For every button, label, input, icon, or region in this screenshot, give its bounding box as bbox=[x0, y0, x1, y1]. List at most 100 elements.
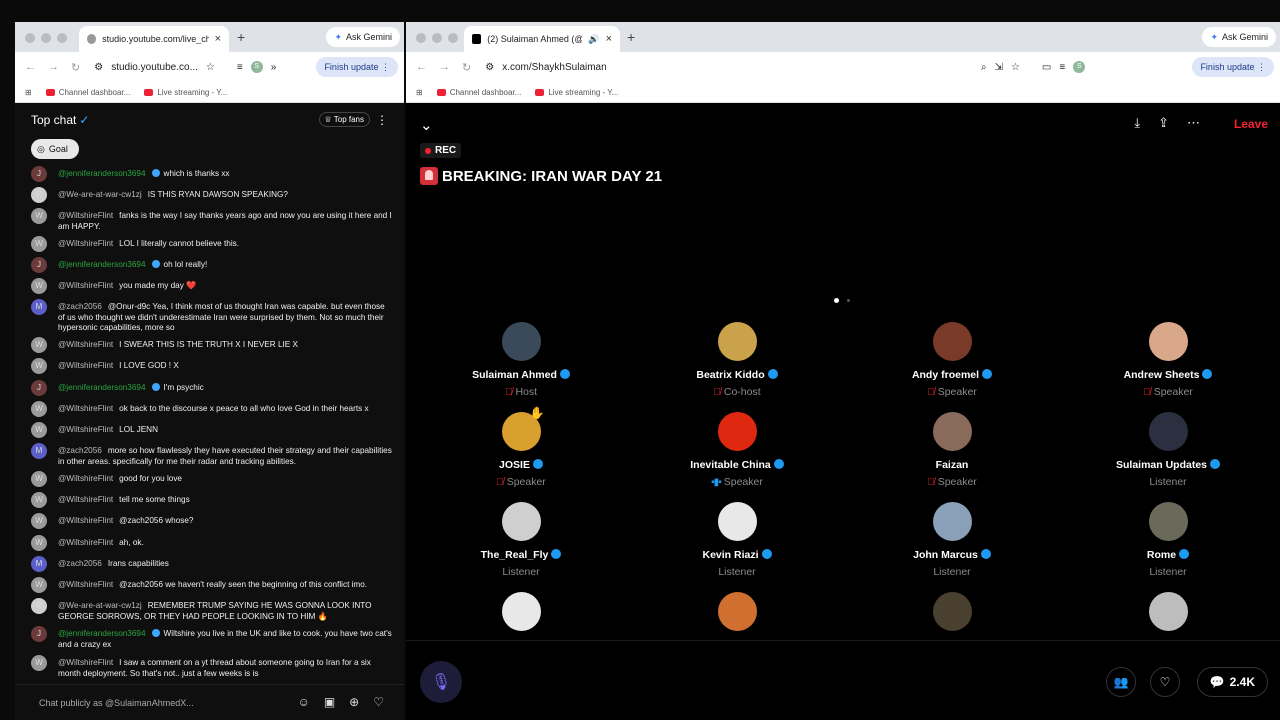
chat-message[interactable]: W @WiltshireFlint I LOVE GOD ! X bbox=[31, 358, 392, 374]
window-controls[interactable] bbox=[416, 33, 458, 43]
participant[interactable]: John Marcus Listener bbox=[882, 502, 1022, 578]
avatar[interactable]: R bbox=[31, 598, 47, 614]
chat-author[interactable]: @zach2056 bbox=[58, 559, 102, 568]
avatar[interactable] bbox=[1148, 412, 1188, 451]
chat-author[interactable]: @WiltshireFlint bbox=[58, 340, 113, 349]
bookmark-live-streaming[interactable]: Live streaming - Y... bbox=[535, 88, 618, 97]
avatar[interactable] bbox=[1148, 592, 1188, 631]
avatar[interactable] bbox=[501, 322, 541, 361]
avatar[interactable]: W bbox=[31, 208, 47, 224]
chat-message[interactable]: R @We-are-at-war-cw1zj REMEMBER TRUMP SAYI… bbox=[31, 598, 392, 622]
leave-button[interactable]: Leave bbox=[1234, 117, 1268, 131]
avatar[interactable]: W bbox=[31, 358, 47, 374]
install-icon[interactable]: ⇲ bbox=[995, 62, 1003, 73]
participant[interactable]: Kevin Riazi Listener bbox=[667, 502, 807, 578]
chat-author[interactable]: @WiltshireFlint bbox=[58, 474, 113, 483]
more-extensions-icon[interactable]: » bbox=[271, 62, 277, 73]
chat-author[interactable]: @WiltshireFlint bbox=[58, 404, 113, 413]
more-options-icon[interactable]: ⋯ bbox=[1187, 115, 1200, 131]
close-tab-icon[interactable]: × bbox=[215, 33, 221, 45]
chat-author[interactable]: @We-are-at-war-cw1zj bbox=[58, 601, 142, 610]
avatar[interactable]: W bbox=[31, 236, 47, 252]
chat-author[interactable]: @WiltshireFlint bbox=[58, 538, 113, 547]
participant[interactable]: Andrew Sheets 🎙̸ Speaker bbox=[1098, 322, 1238, 398]
avatar[interactable]: W bbox=[31, 655, 47, 671]
avatar[interactable] bbox=[932, 322, 972, 361]
avatar[interactable] bbox=[932, 592, 972, 631]
bookmark-live-streaming[interactable]: Live streaming - Y... bbox=[144, 88, 227, 97]
ask-gemini-button[interactable]: ✦ Ask Gemini bbox=[1202, 27, 1276, 47]
bookmark-star-icon[interactable]: ☆ bbox=[1011, 62, 1020, 73]
avatar[interactable] bbox=[717, 502, 757, 541]
avatar[interactable] bbox=[717, 412, 757, 451]
new-tab-icon[interactable]: + bbox=[237, 29, 245, 45]
profile-avatar[interactable]: S bbox=[250, 61, 263, 73]
people-icon[interactable]: 👥 bbox=[1106, 667, 1136, 697]
participant[interactable] bbox=[667, 592, 807, 631]
chat-message[interactable]: J @jenniferanderson3694 Wiltshire you live… bbox=[31, 626, 392, 650]
avatar[interactable]: R bbox=[31, 187, 47, 203]
tab-x-space[interactable]: (2) Sulaiman Ahmed (@S 🔊 × bbox=[464, 26, 620, 52]
forward-icon[interactable]: → bbox=[439, 61, 450, 74]
avatar[interactable]: W bbox=[31, 471, 47, 487]
chat-message[interactable]: W @WiltshireFlint @zach2056 we haven't rea… bbox=[31, 577, 392, 593]
reload-icon[interactable]: ↻ bbox=[71, 61, 80, 74]
avatar[interactable]: J bbox=[31, 380, 47, 396]
avatar[interactable] bbox=[717, 322, 757, 361]
chat-input[interactable]: Chat publicly as @SulaimanAhmedX... bbox=[39, 698, 194, 708]
finish-update-button[interactable]: Finish update ⋮ bbox=[1192, 57, 1274, 77]
avatar[interactable]: J bbox=[31, 257, 47, 273]
chat-message[interactable]: J @jenniferanderson3694 I'm psychic bbox=[31, 380, 392, 396]
chat-message[interactable]: M @zach2056 @Onur-d9c Yea, I think most of… bbox=[31, 299, 392, 334]
chat-author[interactable]: @WiltshireFlint bbox=[58, 658, 113, 667]
chat-message[interactable]: W @WiltshireFlint tell me some things bbox=[31, 492, 392, 508]
site-info-icon[interactable]: ⚙ bbox=[485, 62, 494, 73]
collapse-chevron-icon[interactable]: ⌄ bbox=[420, 116, 433, 134]
avatar[interactable]: J bbox=[31, 626, 47, 642]
reload-icon[interactable]: ↻ bbox=[462, 61, 471, 74]
participant[interactable]: ✋ JOSIE 🎙̸ Speaker bbox=[451, 406, 591, 488]
tab-youtube-studio[interactable]: studio.youtube.com/live_chat × bbox=[79, 26, 229, 52]
url-field[interactable]: x.com/ShaykhSulaiman bbox=[502, 62, 973, 73]
avatar[interactable] bbox=[932, 502, 972, 541]
participant[interactable]: Sulaiman Updates Listener bbox=[1098, 412, 1238, 488]
chat-mode-label[interactable]: Top chat bbox=[31, 113, 76, 127]
chat-message[interactable]: W @WiltshireFlint LOL I literally cannot b… bbox=[31, 236, 392, 252]
chat-message[interactable]: W @WiltshireFlint fanks is the way I say t… bbox=[31, 208, 392, 232]
zoom-icon[interactable]: ⌕ bbox=[981, 62, 987, 73]
more-options-icon[interactable]: ⋮ bbox=[376, 113, 388, 127]
chat-author[interactable]: @WiltshireFlint bbox=[58, 425, 113, 434]
chat-author[interactable]: @jenniferanderson3694 bbox=[58, 629, 146, 638]
close-tab-icon[interactable]: × bbox=[606, 33, 612, 45]
participant[interactable]: The_Real_Fly Listener bbox=[451, 502, 591, 578]
chevron-down-icon[interactable]: ✓ bbox=[79, 113, 89, 127]
chat-message[interactable]: W @WiltshireFlint @zach2056 whose? bbox=[31, 513, 392, 529]
avatar[interactable]: ✋ bbox=[501, 406, 545, 451]
participant[interactable]: Faizan 🎙̸ Speaker bbox=[882, 412, 1022, 488]
chat-message[interactable]: W @WiltshireFlint good for you love bbox=[31, 471, 392, 487]
sidebar-icon[interactable]: ▭ bbox=[1042, 62, 1051, 73]
finish-update-button[interactable]: Finish update ⋮ bbox=[316, 57, 398, 77]
chat-author[interactable]: @WiltshireFlint bbox=[58, 516, 113, 525]
participant[interactable]: Rome Listener bbox=[1098, 502, 1238, 578]
tab-search-icon[interactable]: ≡ bbox=[1059, 62, 1065, 73]
ask-gemini-button[interactable]: ✦ Ask Gemini bbox=[326, 27, 400, 47]
chat-author[interactable]: @WiltshireFlint bbox=[58, 239, 113, 248]
minimize-icon[interactable]: ⤓ bbox=[1134, 115, 1140, 131]
chat-author[interactable]: @WiltshireFlint bbox=[58, 495, 113, 504]
avatar[interactable]: J bbox=[31, 166, 47, 182]
avatar[interactable]: W bbox=[31, 535, 47, 551]
participant[interactable]: Sulaiman Ahmed 🎙̸ Host bbox=[451, 322, 591, 398]
bookmark-star-icon[interactable]: ☆ bbox=[206, 62, 215, 73]
chat-message[interactable]: W @WiltshireFlint I SWEAR THIS IS THE TRUT… bbox=[31, 337, 392, 353]
avatar[interactable]: W bbox=[31, 337, 47, 353]
heart-icon[interactable]: ♡ bbox=[373, 695, 384, 709]
chat-message[interactable]: J @jenniferanderson3694 oh lol really! bbox=[31, 257, 392, 273]
tab-search-icon[interactable]: ≡ bbox=[237, 62, 243, 73]
chat-message[interactable]: M @zach2056 more so how flawlessly they ha… bbox=[31, 443, 392, 467]
apps-grid-icon[interactable]: ⊞ bbox=[416, 88, 423, 97]
bookmark-channel-dashboard[interactable]: Channel dashboar... bbox=[436, 88, 521, 97]
avatar[interactable] bbox=[501, 592, 541, 631]
avatar[interactable]: W bbox=[31, 492, 47, 508]
site-info-icon[interactable]: ⚙ bbox=[94, 62, 103, 73]
